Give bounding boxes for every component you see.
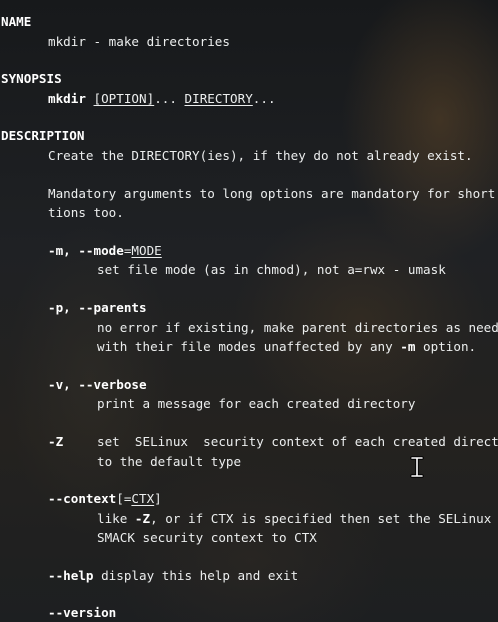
option-help-flag: --help — [48, 568, 94, 583]
name-text: mkdir - make directories — [48, 34, 230, 49]
option-mode-desc: set file mode (as in chmod), not a=rwx -… — [97, 262, 446, 277]
option-z-flag: -Z — [48, 434, 64, 449]
option-z-desc-2: to the default type — [97, 454, 242, 469]
option-context-desc-1: like -Z, or if CTX is specified then set… — [97, 511, 498, 526]
option-context-desc-2: SMACK security context to CTX — [97, 530, 317, 545]
text-cursor-icon — [410, 456, 424, 478]
option-help-desc: display this help and exit — [93, 568, 299, 583]
synopsis-sep: ... — [154, 91, 185, 106]
option-parents-desc-2: with their file modes unaffected by any … — [97, 339, 477, 354]
section-heading-synopsis: SYNOPSIS — [1, 71, 62, 86]
description-line-1: Create the DIRECTORY(ies), if they do no… — [48, 148, 473, 163]
option-verbose-desc: print a message for each created directo… — [97, 396, 416, 411]
option-verbose-flag: -v, --verbose — [48, 377, 147, 392]
option-version-flag: --version — [48, 605, 117, 620]
option-mode-arg: MODE — [131, 243, 162, 258]
description-line-2: Mandatory arguments to long options are … — [48, 186, 498, 201]
option-parents-flag: -p, --parents — [48, 300, 147, 315]
synopsis-option: [OPTION] — [93, 91, 155, 106]
option-parents-desc-1: no error if existing, make parent direct… — [97, 320, 498, 335]
terminal-window[interactable]: NAME mkdir - make directories SYNOPSIS m… — [0, 0, 498, 622]
option-context-flag: --context[=CTX] — [48, 491, 162, 506]
option-z-desc-1: set SELinux security context of each cre… — [97, 434, 498, 449]
option-help: --help display this help and exit — [48, 568, 298, 584]
option-mode-flag: -m, --mode=MODE — [48, 243, 162, 258]
synopsis-line: mkdir [OPTION]... DIRECTORY... — [48, 91, 276, 107]
section-heading-name: NAME — [1, 14, 32, 29]
option-context-arg: CTX — [131, 491, 155, 506]
description-line-3: tions too. — [48, 205, 124, 220]
synopsis-trail: ... — [252, 91, 276, 106]
section-heading-description: DESCRIPTION — [1, 128, 85, 143]
synopsis-command: mkdir — [48, 91, 86, 106]
synopsis-directory: DIRECTORY — [184, 91, 253, 106]
